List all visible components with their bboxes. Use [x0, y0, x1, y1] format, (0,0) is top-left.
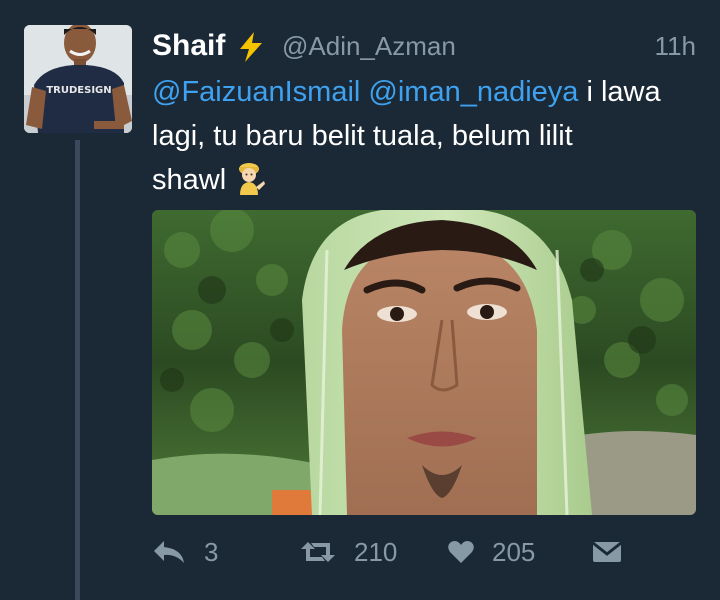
tweet-text-line: shawl — [152, 164, 227, 196]
tweet-text: @FaizuanIsmail @iman_nadieya i lawa lagi… — [152, 70, 700, 202]
avatar-shirt-text: TRUDESIGN — [46, 85, 111, 96]
avatar[interactable]: TRUDESIGN — [24, 25, 132, 133]
avatar-photo: TRUDESIGN — [24, 25, 132, 133]
retweet-icon — [301, 542, 335, 562]
heart-icon — [448, 541, 474, 563]
display-name[interactable]: Shaif — [152, 26, 225, 66]
user-handle[interactable]: @Adin_Azman — [282, 26, 456, 66]
reply-count: 3 — [204, 536, 219, 567]
tweet-media-photo[interactable] — [152, 210, 696, 515]
reply-button[interactable]: 3 — [152, 530, 218, 574]
tweet-actions: 3 210 205 — [152, 530, 700, 574]
direct-message-button[interactable] — [592, 530, 622, 574]
selfie-photo — [152, 210, 696, 515]
tweet-header: Shaif @Adin_Azman 11h — [152, 26, 696, 66]
timestamp[interactable]: 11h — [655, 26, 696, 66]
tweet-text-line: lagi, tu baru belit tuala, belum lilit — [152, 120, 573, 152]
thread-line — [75, 140, 80, 600]
like-button[interactable]: 205 — [448, 530, 535, 574]
mention-link[interactable]: @FaizuanIsmail — [152, 76, 360, 108]
retweet-button[interactable]: 210 — [300, 530, 397, 574]
information-desk-person-emoji — [239, 163, 266, 195]
retweet-count: 210 — [354, 536, 398, 567]
like-count: 205 — [492, 536, 536, 567]
lightning-bolt-icon — [240, 32, 262, 62]
tweet-text-line: i lawa — [586, 76, 661, 108]
envelope-icon — [592, 541, 622, 562]
mention-link[interactable]: @iman_nadieya — [368, 76, 578, 108]
reply-icon — [154, 541, 184, 563]
